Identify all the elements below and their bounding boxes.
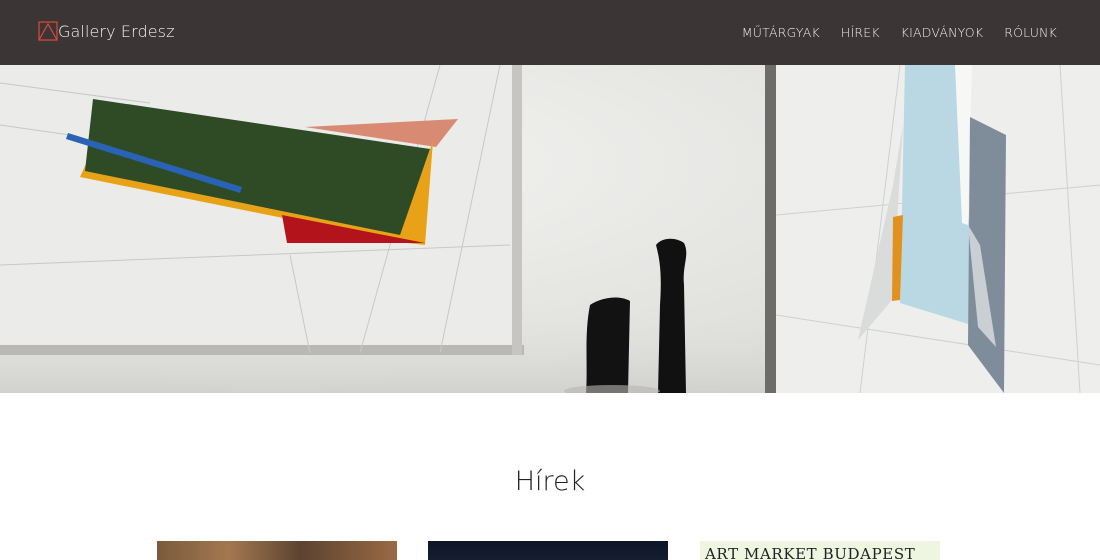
brand-link[interactable]: Gallery Erdesz xyxy=(38,20,175,42)
nav-item-mutargyak[interactable]: MŰTÁRGYAK xyxy=(742,25,820,40)
nav-item-kiadvanyok[interactable]: KIADVÁNYOK xyxy=(901,25,983,40)
nav-item-hirek[interactable]: HÍREK xyxy=(841,25,880,40)
triangle-logo-icon xyxy=(38,21,58,41)
top-navbar: Gallery Erdesz MŰTÁRGYAK HÍREK KIADVÁNYO… xyxy=(0,0,1100,65)
news-section-title: Hírek xyxy=(514,466,586,497)
news-card-3[interactable]: ART MARKET BUDAPEST xyxy=(700,541,940,560)
main-menu: MŰTÁRGYAK HÍREK KIADVÁNYOK RÓLUNK xyxy=(742,24,1057,42)
gallery-wall-paintings-sculpture xyxy=(0,65,1100,393)
news-card-1[interactable] xyxy=(157,541,397,560)
news-card-3-text: ART MARKET BUDAPEST xyxy=(705,545,916,560)
brand-name: Gallery Erdesz xyxy=(58,21,175,41)
hero-image xyxy=(0,65,1100,393)
nav-item-rolunk[interactable]: RÓLUNK xyxy=(1004,25,1057,40)
news-card-2[interactable] xyxy=(428,541,668,560)
